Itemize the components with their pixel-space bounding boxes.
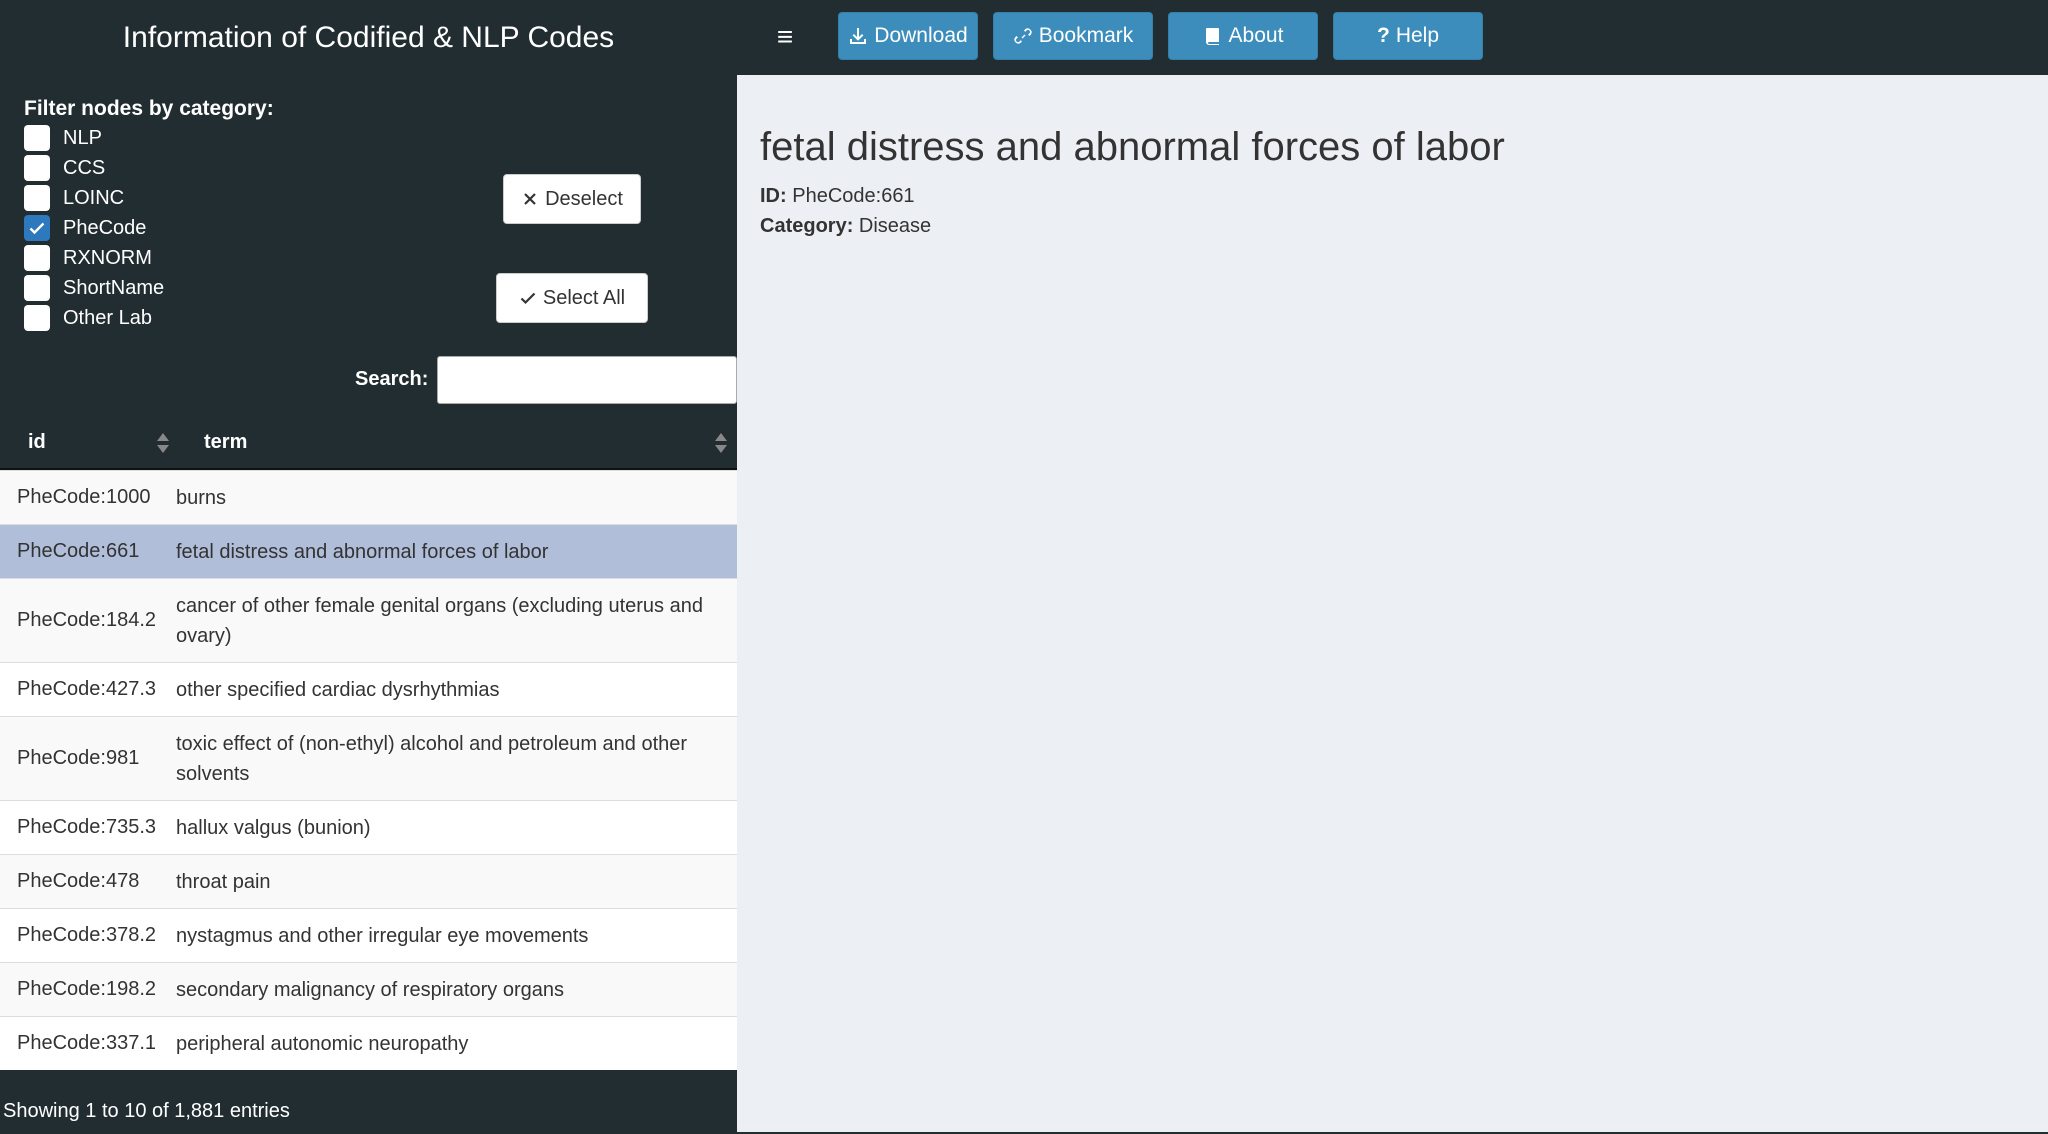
- table-row[interactable]: PheCode:198.2 secondary malignancy of re…: [0, 962, 737, 1016]
- table-row[interactable]: PheCode:337.1 peripheral autonomic neuro…: [0, 1016, 737, 1070]
- sort-icon[interactable]: [156, 432, 170, 454]
- sidebar-toggle-icon[interactable]: ≡: [770, 18, 800, 56]
- category-checkbox-other-lab[interactable]: Other Lab: [24, 303, 152, 333]
- category-label: CCS: [63, 156, 106, 179]
- category-checkbox-phecode[interactable]: PheCode: [24, 213, 146, 243]
- detail-id: ID: PheCode:661: [760, 185, 915, 208]
- category-label: NLP: [63, 126, 102, 149]
- cell-term: throat pain: [176, 870, 271, 893]
- link-icon: [1014, 28, 1032, 44]
- cell-term: nystagmus and other irregular eye moveme…: [176, 924, 589, 947]
- book-icon: [1205, 28, 1219, 45]
- main-content: fetal distress and abnormal forces of la…: [737, 75, 2048, 1132]
- codes-table: id term PheCode:1000 burns PheCode:661 f…: [0, 415, 737, 1070]
- detail-id-label: ID:: [760, 185, 787, 207]
- category-label: ShortName: [63, 276, 165, 299]
- category-label: RXNORM: [63, 246, 152, 269]
- checkbox[interactable]: [24, 125, 50, 151]
- sort-icon[interactable]: [714, 432, 728, 454]
- cell-term: fetal distress and abnormal forces of la…: [176, 540, 549, 563]
- category-label: PheCode: [63, 216, 147, 239]
- about-button[interactable]: About: [1168, 12, 1318, 60]
- column-header-id[interactable]: id: [28, 415, 174, 470]
- detail-category-label: Category:: [760, 215, 854, 237]
- table-row[interactable]: PheCode:378.2 nystagmus and other irregu…: [0, 908, 737, 962]
- table-info: Showing 1 to 10 of 1,881 entries: [3, 1100, 290, 1122]
- check-icon: [29, 222, 45, 235]
- deselect-button-label: Deselect: [545, 187, 623, 210]
- table-row-selected[interactable]: PheCode:661 fetal distress and abnormal …: [0, 524, 737, 578]
- bookmark-button-label: Bookmark: [1038, 24, 1134, 47]
- checkbox-checked[interactable]: [24, 215, 50, 241]
- cell-id: PheCode:427.3: [17, 678, 157, 700]
- detail-title: fetal distress and abnormal forces of la…: [760, 125, 1505, 169]
- category-label: LOINC: [63, 186, 125, 209]
- cell-term: burns: [176, 486, 227, 509]
- cell-id: PheCode:184.2: [17, 609, 157, 631]
- table-row[interactable]: PheCode:1000 burns: [0, 470, 737, 524]
- select-all-button-label: Select All: [542, 286, 626, 309]
- question-icon: ?: [1376, 24, 1390, 47]
- category-checkbox-loinc[interactable]: LOINC: [24, 183, 124, 213]
- app-root: Information of Codified & NLP Codes ≡ Do…: [0, 0, 2048, 1134]
- help-button-label: Help: [1395, 24, 1440, 47]
- table-row[interactable]: PheCode:427.3 other specified cardiac dy…: [0, 662, 737, 716]
- detail-category: Category: Disease: [760, 215, 931, 238]
- download-button[interactable]: Download: [838, 12, 978, 60]
- download-button-label: Download: [874, 24, 968, 47]
- deselect-button[interactable]: Deselect: [503, 174, 641, 224]
- close-icon: [524, 193, 536, 205]
- column-header-term[interactable]: term: [204, 415, 734, 470]
- cell-id: PheCode:735.3: [17, 816, 157, 838]
- category-checkbox-ccs[interactable]: CCS: [24, 153, 105, 183]
- category-label: Other Lab: [63, 306, 152, 329]
- category-checkbox-rxnorm[interactable]: RXNORM: [24, 243, 152, 273]
- cell-term: cancer of other female genital organs (e…: [176, 594, 703, 647]
- check-icon: [520, 292, 536, 305]
- checkbox[interactable]: [24, 185, 50, 211]
- help-button[interactable]: ? Help: [1333, 12, 1483, 60]
- cell-id: PheCode:661: [17, 540, 140, 562]
- table-row[interactable]: PheCode:735.3 hallux valgus (bunion): [0, 800, 737, 854]
- checkbox[interactable]: [24, 245, 50, 271]
- top-header: Information of Codified & NLP Codes ≡ Do…: [0, 0, 2048, 75]
- cell-id: PheCode:1000: [17, 486, 151, 508]
- cell-term: secondary malignancy of respiratory orga…: [176, 978, 564, 1001]
- search-input[interactable]: [437, 356, 737, 404]
- table-body: PheCode:1000 burns PheCode:661 fetal dis…: [0, 470, 737, 1070]
- cell-id: PheCode:337.1: [17, 1032, 157, 1054]
- cell-id: PheCode:198.2: [17, 978, 157, 1000]
- checkbox[interactable]: [24, 275, 50, 301]
- checkbox[interactable]: [24, 305, 50, 331]
- search-label: Search:: [355, 368, 429, 390]
- table-row[interactable]: PheCode:981 toxic effect of (non-ethyl) …: [0, 716, 737, 800]
- category-checkbox-nlp[interactable]: NLP: [24, 123, 102, 153]
- table-row[interactable]: PheCode:184.2 cancer of other female gen…: [0, 578, 737, 662]
- category-checkbox-shortname[interactable]: ShortName: [24, 273, 164, 303]
- detail-id-value: PheCode:661: [792, 185, 915, 207]
- cell-id: PheCode:981: [17, 747, 140, 769]
- table-row[interactable]: PheCode:478 throat pain: [0, 854, 737, 908]
- checkbox[interactable]: [24, 155, 50, 181]
- table-header: id term: [0, 415, 737, 470]
- download-icon: [850, 28, 867, 44]
- select-all-button[interactable]: Select All: [496, 273, 648, 323]
- about-button-label: About: [1228, 24, 1284, 47]
- app-title: Information of Codified & NLP Codes: [122, 20, 615, 54]
- cell-id: PheCode:478: [17, 870, 140, 892]
- bookmark-button[interactable]: Bookmark: [993, 12, 1153, 60]
- cell-id: PheCode:378.2: [17, 924, 157, 946]
- cell-term: toxic effect of (non-ethyl) alcohol and …: [176, 732, 688, 785]
- cell-term: hallux valgus (bunion): [176, 816, 371, 839]
- filter-title: Filter nodes by category:: [24, 97, 274, 120]
- detail-category-value: Disease: [858, 215, 932, 237]
- cell-term: peripheral autonomic neuropathy: [176, 1032, 469, 1055]
- cell-term: other specified cardiac dysrhythmias: [176, 678, 500, 701]
